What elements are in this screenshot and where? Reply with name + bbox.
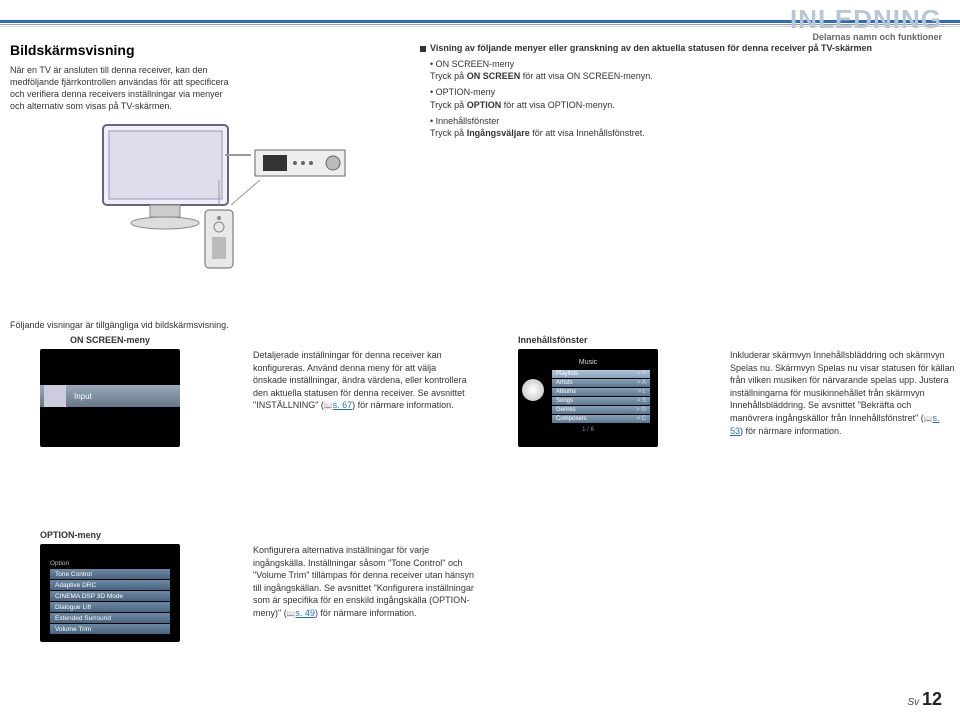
- disc-icon: [522, 379, 544, 401]
- heading: Bildskärmsvisning: [10, 42, 230, 58]
- page-ref[interactable]: s. 67: [333, 400, 353, 410]
- list-item: ON SCREEN-meny Tryck på ON SCREEN för at…: [430, 58, 940, 82]
- onscreen-desc: Detaljerade inställningar för denna rece…: [253, 349, 468, 412]
- section-subtitle: Delarnas namn och funktioner: [812, 32, 942, 42]
- onscreen-thumbnail: Input: [40, 349, 180, 447]
- option-thumbnail: Option Tone Control Adaptive DRC CINEMA …: [40, 544, 180, 642]
- content-thumbnail: Music Playlists> P Artists> A Albums> L …: [518, 349, 658, 447]
- menu-list: ON SCREEN-meny Tryck på ON SCREEN för at…: [420, 58, 940, 139]
- mid-caption: Följande visningar är tillgängliga vid b…: [10, 320, 229, 330]
- left-column: Bildskärmsvisning När en TV är ansluten …: [10, 42, 230, 113]
- content-label: Innehållsfönster: [518, 335, 588, 345]
- page-footer: Sv 12: [908, 689, 942, 710]
- book-icon: [924, 413, 933, 423]
- option-label: OPTION-meny: [40, 530, 101, 540]
- list-item: OPTION-meny Tryck på OPTION för att visa…: [430, 86, 940, 110]
- tv-receiver-illustration: [95, 105, 355, 275]
- section-title: INLEDNING: [790, 4, 942, 35]
- bullet-square-icon: [420, 46, 426, 52]
- intro-text: Visning av följande menyer eller granskn…: [430, 43, 872, 53]
- onscreen-label: ON SCREEN-meny: [70, 335, 150, 345]
- option-desc: Konfigurera alternativa inställningar fö…: [253, 544, 478, 620]
- page-number: 12: [922, 689, 942, 709]
- list-item: Innehållsfönster Tryck på Ingångsväljare…: [430, 115, 940, 139]
- right-column: Visning av följande menyer eller granskn…: [420, 42, 940, 143]
- lang-code: Sv: [908, 697, 920, 708]
- content-desc: Inkluderar skärmvyn Innehållsbläddring o…: [730, 349, 955, 437]
- page-ref[interactable]: s. 49: [295, 608, 315, 618]
- book-icon: [324, 400, 333, 410]
